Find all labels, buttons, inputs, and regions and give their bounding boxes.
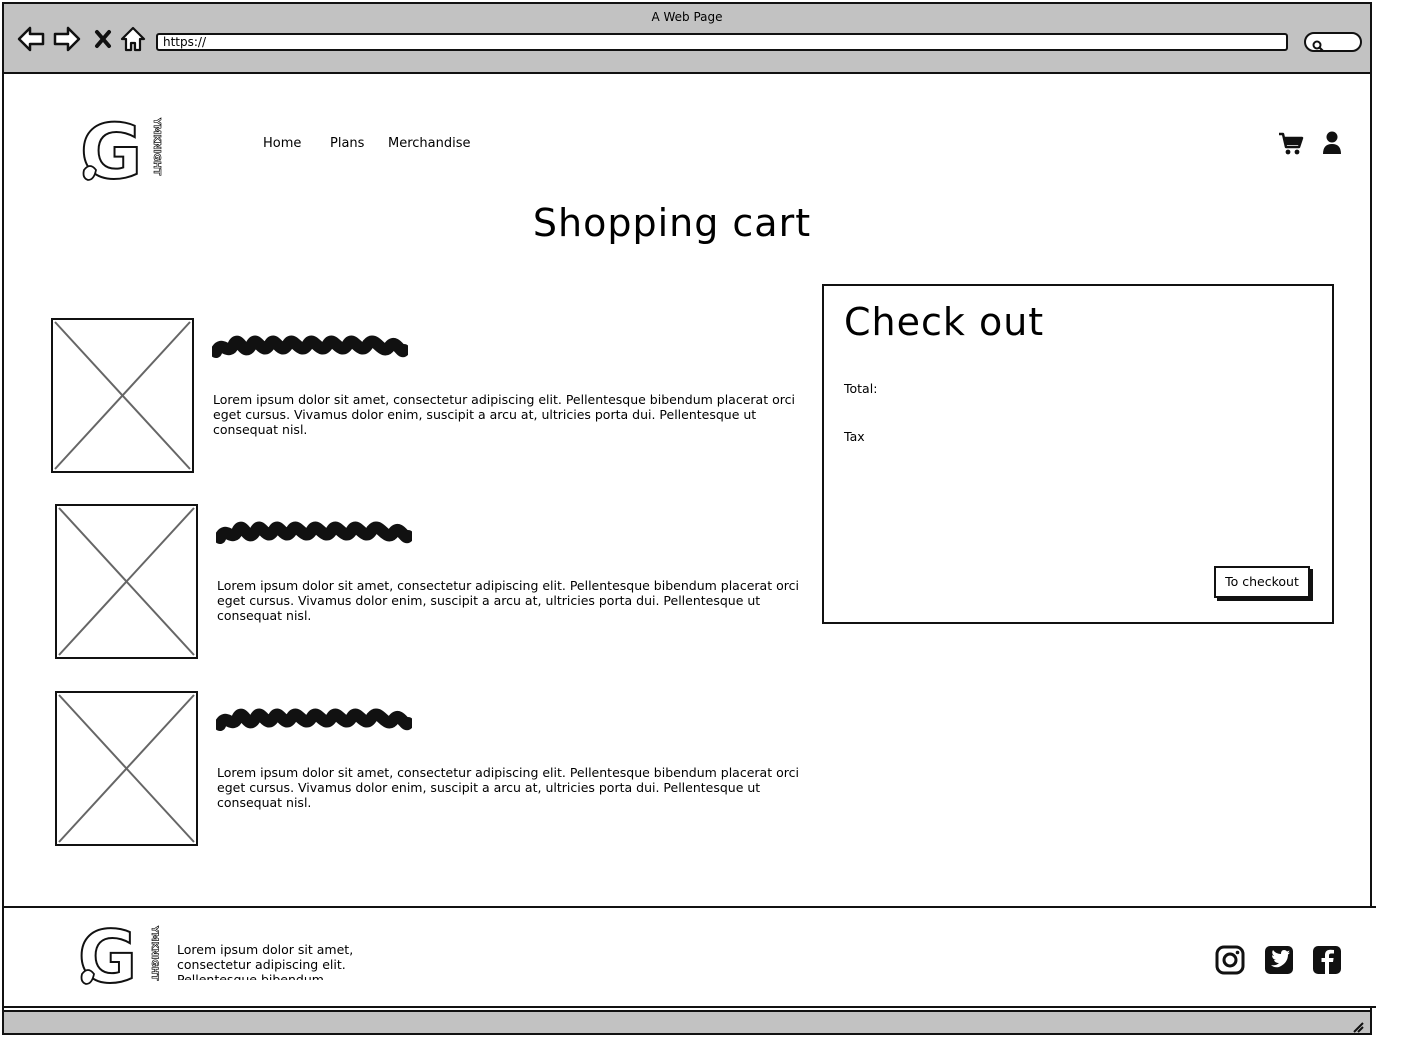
facebook-icon[interactable] [1312, 945, 1342, 979]
user-icon[interactable] [1322, 131, 1342, 159]
product-image-placeholder [55, 504, 198, 659]
resize-grip-icon[interactable] [1352, 1018, 1364, 1037]
tax-label: Tax [844, 429, 865, 444]
logo-vertical-text: YMKNIGHT [149, 925, 159, 981]
browser-status-bar [4, 1010, 1370, 1033]
close-icon[interactable] [88, 24, 118, 54]
product-title-scribble [214, 516, 414, 554]
to-checkout-button[interactable]: To checkout [1214, 566, 1310, 598]
checkout-title: Check out [844, 300, 1045, 344]
product-description: Lorem ipsum dolor sit amet, consectetur … [217, 578, 799, 623]
browser-search-box[interactable] [1304, 32, 1362, 52]
url-input[interactable]: https:// [156, 33, 1288, 51]
product-image-placeholder [51, 318, 194, 473]
checkout-panel: Check out Total: Tax To checkout [822, 284, 1334, 624]
site-logo[interactable]: G YMKNIGHT [79, 106, 162, 197]
forward-arrow-icon[interactable] [52, 24, 82, 54]
footer: G YMKNIGHT Lorem ipsum dolor sit amet, c… [4, 906, 1376, 1008]
browser-toolbar: A Web Page https:// [4, 4, 1370, 74]
product-description: Lorem ipsum dolor sit amet, consectetur … [217, 765, 799, 810]
back-arrow-icon[interactable] [16, 24, 46, 54]
twitter-icon[interactable] [1264, 945, 1294, 979]
search-icon [1312, 37, 1324, 56]
logo-vertical-text: YMKNIGHT [151, 117, 162, 176]
home-icon[interactable] [118, 24, 148, 54]
nav-home[interactable]: Home [263, 136, 301, 151]
product-description: Lorem ipsum dolor sit amet, consectetur … [213, 392, 795, 437]
product-title-scribble [210, 330, 410, 368]
shopping-cart-icon[interactable] [1278, 132, 1304, 160]
window-title: A Web Page [651, 10, 723, 24]
nav-merchandise[interactable]: Merchandise [388, 136, 471, 151]
browser-window: A Web Page https:// G YMKNIGHT Home Plan… [2, 2, 1376, 1035]
instagram-icon[interactable] [1215, 945, 1245, 979]
page-title: Shopping cart [532, 201, 812, 245]
footer-text: Lorem ipsum dolor sit amet, consectetur … [177, 942, 354, 980]
nav-plans[interactable]: Plans [330, 136, 364, 151]
footer-logo[interactable]: G YMKNIGHT [77, 914, 160, 1000]
product-image-placeholder [55, 691, 198, 846]
total-label: Total: [844, 381, 878, 396]
product-title-scribble [214, 703, 414, 741]
